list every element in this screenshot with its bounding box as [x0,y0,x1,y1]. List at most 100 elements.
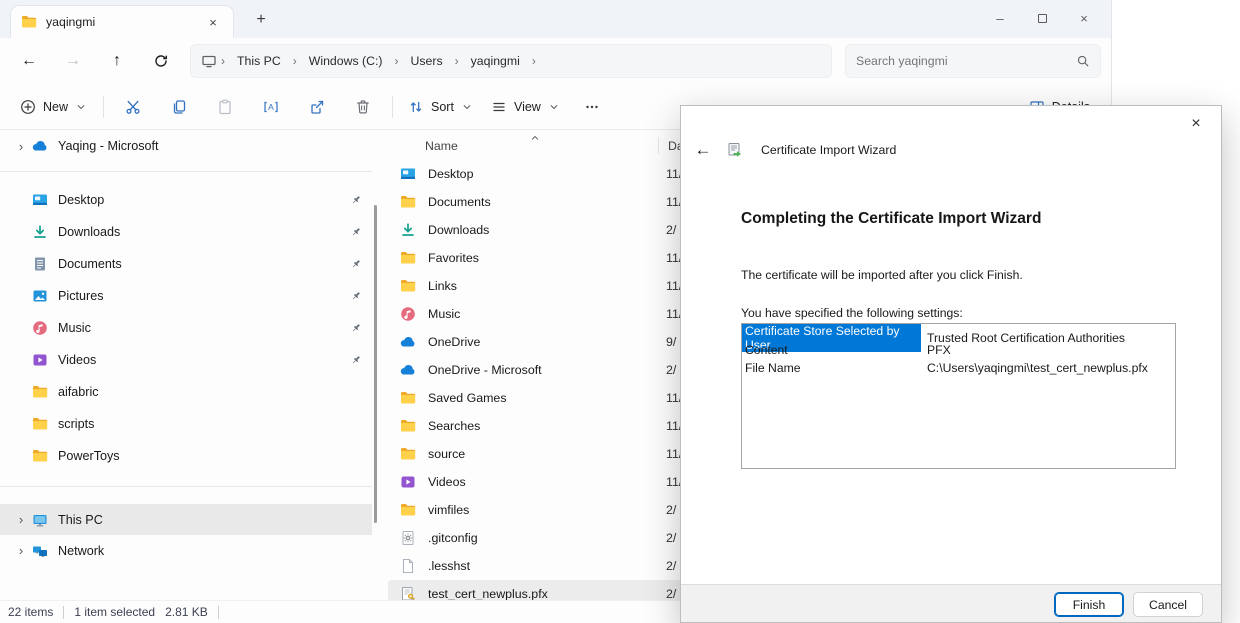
close-button[interactable]: × [1063,4,1105,32]
setting-label[interactable]: File Name [742,359,921,377]
cut-icon [125,99,141,115]
selection-count: 1 item selected [74,605,155,619]
folder-icon [400,390,416,406]
dialog-info-text: The certificate will be imported after y… [741,268,1023,282]
maximize-button[interactable] [1021,4,1063,32]
certificate-import-wizard-dialog: × ← Certificate Import Wizard Completing… [680,105,1222,623]
minimize-button[interactable]: – [979,4,1021,32]
new-plus-icon [20,99,36,115]
delete-button[interactable] [340,90,386,124]
column-divider[interactable] [658,137,659,154]
navigation-pane: › Yaqing - Microsoft Desktop Downloads [0,131,372,597]
refresh-button[interactable] [146,46,176,76]
cancel-button[interactable]: Cancel [1133,592,1203,617]
chevron-right-icon[interactable]: › [10,512,32,527]
settings-row-content[interactable]: Content PFX [742,342,1175,360]
dialog-title-row: ← Certificate Import Wizard [691,138,896,162]
view-button[interactable]: View [482,90,569,124]
settings-table[interactable]: Certificate Store Selected by User Trust… [741,323,1176,469]
paste-button[interactable] [202,90,248,124]
sidebar-item-desktop[interactable]: Desktop [0,184,372,216]
music-icon [32,320,48,336]
sidebar-item-powertoys[interactable]: PowerToys [0,440,372,472]
sidebar-scrollbar[interactable] [374,205,377,523]
chevron-right-icon[interactable]: › [10,543,32,558]
sort-button[interactable]: Sort [399,90,482,124]
dialog-heading: Completing the Certificate Import Wizard [741,210,1041,228]
copy-button[interactable] [156,90,202,124]
file-name: .lesshst [428,559,470,573]
dialog-back-button[interactable]: ← [691,138,715,162]
settings-row-store[interactable]: Certificate Store Selected by User Trust… [742,324,1175,342]
sidebar-item-label: Documents [58,257,122,271]
more-options-button[interactable] [569,90,615,124]
sidebar-item-documents[interactable]: Documents [0,248,372,280]
breadcrumb-users[interactable]: Users [403,51,451,71]
setting-value: PFX [921,343,1175,357]
finish-button[interactable]: Finish [1054,592,1124,617]
this-pc-icon [32,512,48,528]
back-button[interactable]: ← [14,46,44,76]
cut-button[interactable] [110,90,156,124]
sidebar-item-this-pc[interactable]: › This PC [0,504,372,535]
sidebar-item-aifabric[interactable]: aifabric [0,376,372,408]
sidebar-item-label: aifabric [58,385,99,399]
breadcrumb-yaqingmi[interactable]: yaqingmi [463,51,528,71]
onedrive-cloud-icon [400,362,416,378]
new-tab-button[interactable]: + [248,8,274,32]
folder-icon [400,418,416,434]
up-button[interactable]: ↑ [102,46,132,76]
sidebar-item-videos[interactable]: Videos [0,344,372,376]
chevron-right-icon[interactable]: › [10,139,32,154]
address-bar[interactable]: › This PC › Windows (C:) › Users › yaqin… [190,44,832,78]
file-date: 9/ [666,335,676,349]
breadcrumb-this-pc[interactable]: This PC [229,51,289,71]
file-name: Searches [428,419,480,433]
sidebar-item-scripts[interactable]: scripts [0,408,372,440]
folder-icon [32,448,48,464]
settings-row-file-name[interactable]: File Name C:\Users\yaqingmi\test_cert_ne… [742,359,1175,377]
search-icon[interactable] [1076,54,1090,68]
name-column-header[interactable]: Name [425,139,458,153]
file-name: OneDrive [428,335,480,349]
view-icon [491,99,507,115]
search-input[interactable] [856,54,1076,68]
chevron-down-icon [75,101,87,113]
share-button[interactable] [294,90,340,124]
view-button-label: View [514,100,541,114]
forward-button[interactable]: → [58,46,88,76]
file-date: 2/ [666,363,676,377]
file-date: 2/ [666,587,676,601]
setting-value: C:\Users\yaqingmi\test_cert_newplus.pfx [921,361,1175,375]
new-button[interactable]: New [10,90,97,124]
breadcrumb-separator: › [291,54,299,68]
setting-label[interactable]: Content [742,342,921,360]
navigation-bar: ← → ↑ › This PC › Windows (C:) › Users ›… [0,38,1111,84]
onedrive-cloud-icon [400,334,416,350]
sidebar-item-network[interactable]: › Network [0,535,372,566]
item-count: 22 items [8,605,53,619]
screen: yaqingmi × + – × ← → ↑ › This PC › [0,0,1240,623]
file-name: OneDrive - Microsoft [428,363,542,377]
folder-icon [21,14,37,30]
sidebar-item-downloads[interactable]: Downloads [0,216,372,248]
breadcrumb-windows-c[interactable]: Windows (C:) [301,51,391,71]
status-divider [63,606,64,619]
sidebar-item-pictures[interactable]: Pictures [0,280,372,312]
toolbar-divider [392,96,393,118]
file-date: 2/ [666,559,676,573]
tab-close-icon[interactable]: × [203,12,223,32]
network-icon [32,543,48,559]
file-date: 2/ [666,223,676,237]
file-name: Downloads [428,223,489,237]
sidebar-item-onedrive-root[interactable]: › Yaqing - Microsoft [0,131,372,161]
sidebar-divider [0,486,372,487]
rename-button[interactable] [248,90,294,124]
dialog-title: Certificate Import Wizard [761,143,896,157]
sidebar-item-label: PowerToys [58,449,120,463]
documents-icon [32,256,48,272]
delete-icon [355,99,371,115]
dialog-close-icon[interactable]: × [1181,110,1211,138]
sidebar-item-music[interactable]: Music [0,312,372,344]
explorer-tab[interactable]: yaqingmi × [10,5,234,38]
